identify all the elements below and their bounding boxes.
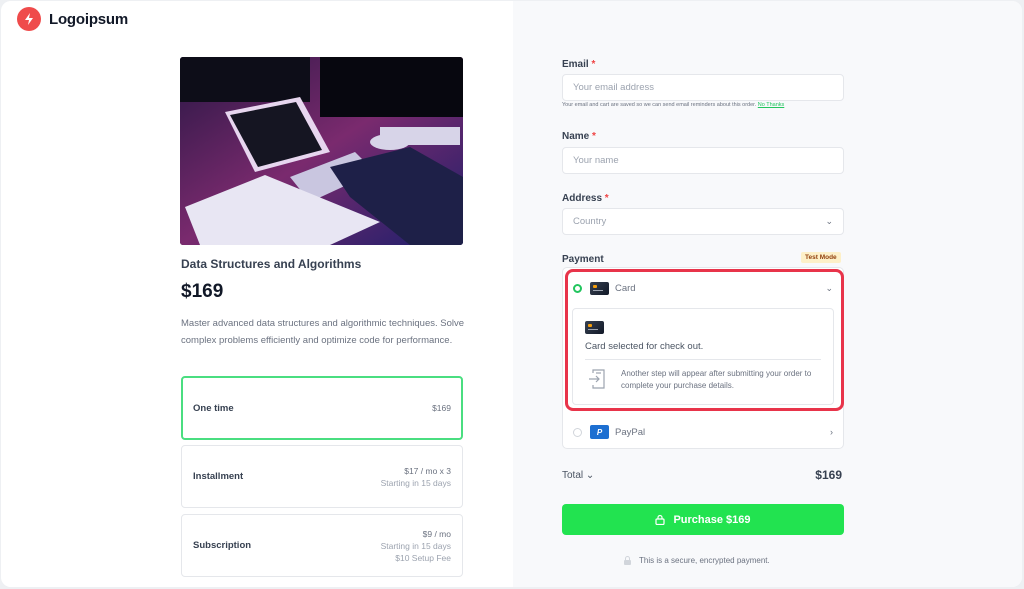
total-value: $169 [815, 468, 842, 482]
secure-note: This is a secure, encrypted payment. [624, 556, 770, 565]
product-price: $169 [181, 281, 224, 302]
lock-icon [624, 556, 631, 565]
lightning-icon [17, 7, 41, 31]
address-label: Address * [562, 193, 609, 204]
paypal-icon: P [590, 425, 609, 439]
chevron-right-icon: › [830, 427, 833, 437]
email-input[interactable]: Your email address [562, 74, 844, 101]
email-label: Email * [562, 59, 596, 70]
plan-price-line: $17 / mo x 3 [404, 465, 451, 476]
name-placeholder: Your name [573, 155, 619, 166]
test-mode-badge: Test Mode [801, 252, 841, 263]
paypal-label: PayPal [615, 426, 646, 438]
product-description: Master advanced data structures and algo… [181, 318, 465, 346]
plan-price: $169 [432, 402, 451, 414]
plan-start-line: Starting in 15 days [380, 540, 451, 551]
plan-name: One time [193, 402, 234, 414]
country-select[interactable]: Country ⌄ [562, 208, 844, 235]
product-panel: Logoipsum Data Structures and Algorithms… [1, 1, 513, 587]
checkout-form-panel: Email * Your email address Your email an… [513, 1, 1022, 587]
card-highlight-outline [565, 269, 844, 411]
purchase-button[interactable]: Purchase $169 [562, 504, 844, 535]
plan-installment[interactable]: Installment $17 / mo x 3 Starting in 15 … [181, 445, 463, 508]
plan-price-line: $9 / mo [422, 528, 451, 539]
plan-name: Subscription [193, 540, 252, 551]
purchase-label: Purchase $169 [673, 513, 751, 526]
plan-price: $17 / mo x 3 Starting in 15 days [381, 465, 451, 489]
plan-one-time[interactable]: One time $169 [181, 376, 463, 440]
logo[interactable]: Logoipsum [17, 7, 128, 31]
product-title: Data Structures and Algorithms [181, 257, 362, 271]
country-placeholder: Country [573, 216, 607, 227]
plan-fee-line: $10 Setup Fee [395, 552, 451, 563]
secure-text: This is a secure, encrypted payment. [639, 556, 770, 565]
plan-start-line: Starting in 15 days [380, 477, 451, 488]
lock-icon [655, 514, 666, 525]
payment-label: Payment [562, 254, 604, 265]
no-thanks-link[interactable]: No Thanks [758, 102, 785, 108]
product-image [180, 57, 463, 245]
plan-price: $9 / mo Starting in 15 days $10 Setup Fe… [381, 528, 451, 564]
chevron-down-icon: ⌄ [825, 216, 833, 226]
name-label: Name * [562, 131, 596, 142]
radio-unselected[interactable] [573, 427, 582, 437]
total-toggle[interactable]: Total ⌄ [562, 470, 594, 481]
email-hint: Your email and cart are saved so we can … [562, 102, 785, 108]
plan-subscription[interactable]: Subscription $9 / mo Starting in 15 days… [181, 514, 463, 577]
plan-price-line: $169 [432, 403, 451, 413]
checkout-page: Logoipsum Data Structures and Algorithms… [1, 1, 1022, 587]
chevron-down-icon: ⌄ [585, 470, 595, 481]
email-placeholder: Your email address [573, 82, 654, 93]
payment-method-paypal[interactable]: P PayPal › [573, 425, 833, 439]
name-input[interactable]: Your name [562, 147, 844, 174]
brand-name: Logoipsum [49, 10, 129, 28]
plan-name: Installment [193, 471, 244, 482]
